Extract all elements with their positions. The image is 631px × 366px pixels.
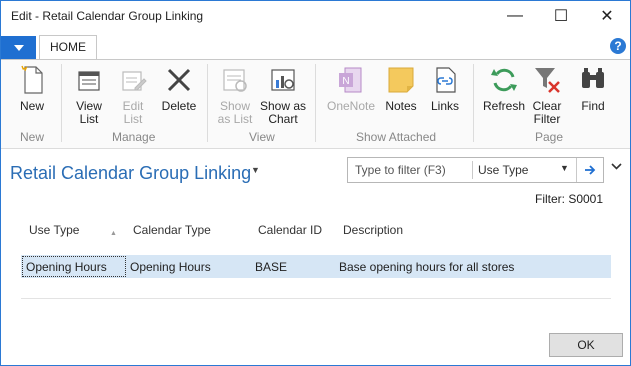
links-icon	[436, 67, 456, 93]
expand-chevron-icon[interactable]	[611, 161, 622, 173]
ribbon-separator	[315, 64, 316, 142]
notes-button[interactable]: Notes	[383, 64, 419, 113]
group-label-show-attached: Show Attached	[356, 130, 437, 144]
close-button[interactable]: ✕	[584, 1, 630, 31]
onenote-button[interactable]: N OneNote	[323, 64, 379, 113]
new-button-label: New	[19, 99, 44, 113]
ok-button[interactable]: OK	[549, 333, 623, 357]
links-button[interactable]: Links	[427, 64, 463, 113]
cell-use-type[interactable]: Opening Hours	[26, 260, 107, 274]
dialog-window: Edit - Retail Calendar Group Linking — ☐…	[0, 0, 631, 366]
ribbon-separator	[207, 64, 208, 142]
filter-bar: Type to filter (F3) Use Type ▼	[347, 157, 604, 183]
group-label-new: New	[20, 130, 45, 144]
delete-button[interactable]: Delete	[158, 64, 200, 113]
minimize-button[interactable]: —	[492, 1, 538, 31]
show-as-chart-icon	[271, 69, 295, 91]
delete-icon	[167, 68, 191, 92]
edit-list-label: Edit List	[122, 99, 144, 126]
filter-field-dropdown-icon[interactable]: ▼	[560, 163, 569, 173]
apply-filter-arrow-icon[interactable]	[576, 158, 603, 182]
show-as-list-label: Show as List	[217, 99, 253, 126]
show-as-list-button[interactable]: Show as List	[213, 64, 257, 126]
clear-filter-button[interactable]: Clear Filter	[529, 64, 565, 126]
column-header-calendar-id[interactable]: Calendar ID	[258, 223, 322, 237]
show-as-chart-button[interactable]: Show as Chart	[259, 64, 307, 126]
find-button[interactable]: Find	[575, 64, 611, 113]
notes-icon	[388, 67, 414, 93]
divider	[21, 298, 611, 299]
filter-divider	[472, 161, 473, 179]
new-document-icon	[21, 65, 43, 94]
edit-list-icon	[122, 71, 147, 91]
maximize-button[interactable]: ☐	[538, 1, 584, 31]
edit-list-button[interactable]: Edit List	[113, 64, 153, 126]
onenote-label: OneNote	[326, 99, 376, 113]
help-icon[interactable]: ?	[610, 38, 626, 54]
new-button[interactable]: New	[11, 64, 53, 113]
ribbon-separator	[61, 64, 62, 142]
column-header-calendar-type[interactable]: Calendar Type	[133, 223, 211, 237]
delete-label: Delete	[161, 99, 197, 113]
svg-text:N: N	[342, 76, 349, 87]
group-label-manage: Manage	[112, 130, 156, 144]
title-bar: Edit - Retail Calendar Group Linking — ☐…	[1, 1, 630, 33]
title-dropdown-icon[interactable]: ▼	[251, 165, 260, 175]
refresh-button[interactable]: Refresh	[481, 64, 527, 113]
ribbon: New New View List Edit List Delete Manag…	[1, 59, 630, 149]
table-row[interactable]: Opening Hours Opening Hours BASE Base op…	[21, 255, 611, 278]
onenote-icon: N	[339, 67, 362, 93]
tab-home[interactable]: HOME	[39, 35, 97, 60]
cell-calendar-id[interactable]: BASE	[255, 260, 287, 274]
find-label: Find	[581, 99, 605, 113]
sort-ascending-icon: ▲	[110, 230, 117, 237]
group-label-view: View	[249, 130, 275, 144]
filter-input[interactable]: Type to filter (F3)	[355, 163, 446, 177]
notes-label: Notes	[385, 99, 417, 113]
show-as-chart-label: Show as Chart	[259, 99, 307, 126]
show-as-list-icon	[223, 69, 247, 92]
ribbon-separator	[473, 64, 474, 142]
group-label-page: Page	[535, 130, 564, 144]
binoculars-icon	[582, 68, 604, 88]
filter-field-select[interactable]: Use Type	[478, 163, 528, 177]
clear-filter-icon	[535, 68, 560, 93]
cell-description[interactable]: Base opening hours for all stores	[339, 260, 514, 274]
window-title: Edit - Retail Calendar Group Linking	[11, 9, 204, 23]
app-menu-button[interactable]	[1, 36, 36, 59]
column-header-description[interactable]: Description	[343, 223, 403, 237]
view-list-label: View List	[76, 99, 102, 126]
cell-calendar-type[interactable]: Opening Hours	[130, 260, 211, 274]
column-header-use-type[interactable]: Use Type	[29, 223, 79, 237]
refresh-label: Refresh	[482, 99, 526, 113]
view-list-button[interactable]: View List	[69, 64, 109, 126]
clear-filter-label: Clear Filter	[532, 99, 562, 126]
refresh-icon	[491, 68, 517, 92]
view-list-icon	[78, 71, 100, 91]
links-label: Links	[430, 99, 459, 113]
page-title: Retail Calendar Group Linking	[10, 163, 252, 183]
filter-status: Filter: S0001	[535, 192, 604, 206]
caret-down-icon	[13, 44, 24, 51]
